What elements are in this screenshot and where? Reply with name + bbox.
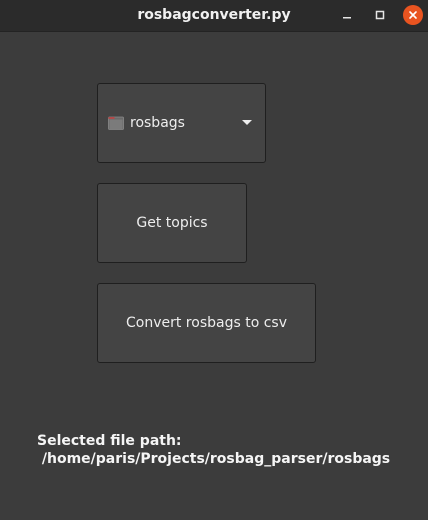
window-title: rosbagconverter.py	[137, 7, 291, 23]
folder-icon	[108, 116, 124, 130]
folder-chooser-button[interactable]: rosbags	[97, 83, 266, 163]
maximize-icon	[375, 10, 385, 20]
minimize-icon	[343, 17, 351, 19]
selected-path-value: /home/paris/Projects/rosbag_parser/rosba…	[37, 451, 391, 467]
folder-chooser-label: rosbags	[130, 115, 185, 131]
minimize-button[interactable]	[337, 5, 357, 25]
close-icon	[409, 11, 417, 19]
selected-path-heading: Selected file path:	[37, 433, 182, 449]
app-window: rosbagconverter.py rosbags Get topics Co…	[0, 0, 428, 520]
title-bar[interactable]: rosbagconverter.py	[0, 0, 428, 32]
get-topics-button[interactable]: Get topics	[97, 183, 247, 263]
close-button[interactable]	[403, 5, 423, 25]
chevron-down-icon	[242, 120, 252, 125]
selected-path-block: Selected file path: /home/paris/Projects…	[37, 432, 390, 468]
maximize-button[interactable]	[370, 5, 390, 25]
convert-rosbags-button[interactable]: Convert rosbags to csv	[97, 283, 316, 363]
